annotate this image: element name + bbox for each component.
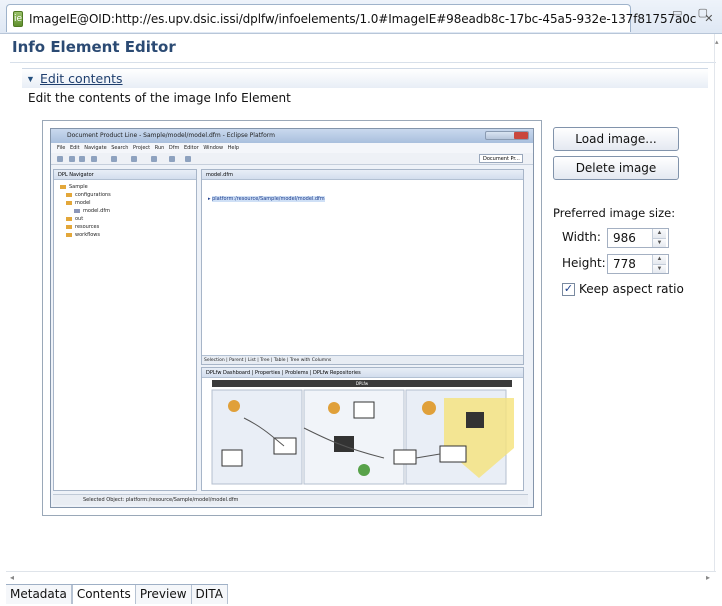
preferred-size-label: Preferred image size: (553, 206, 676, 220)
width-decrement-icon[interactable]: ▼ (653, 237, 666, 247)
width-increment-icon[interactable]: ▲ (653, 229, 666, 238)
preview-window-title: Document Product Line - Sample/model/mod… (51, 129, 533, 143)
preview-toolbar: Document Pr... (51, 153, 533, 165)
title-separator (10, 62, 716, 63)
preview-dashboard: DPLfw Dashboard | Properties | Problems … (201, 367, 524, 491)
image-preview: Document Product Line - Sample/model/mod… (42, 120, 542, 516)
tree-item: resources (60, 223, 196, 231)
expand-triangle-icon[interactable]: ▼ (26, 74, 36, 84)
page-tabs: Metadata Contents Preview DITA (6, 584, 228, 604)
preview-navigator-header: DPL Navigator (54, 170, 196, 180)
preview-menu: File Edit Navigate Search Project Run Df… (51, 143, 533, 153)
width-label: Width: (562, 230, 601, 244)
editor-tab-strip: ie ImageIE@OID:http://es.upv.dsic.issi/d… (0, 0, 722, 34)
editor-tab[interactable]: ie ImageIE@OID:http://es.upv.dsic.issi/d… (6, 4, 714, 32)
keep-aspect-ratio-label[interactable]: Keep aspect ratio (579, 282, 684, 296)
preview-window-buttons (485, 131, 529, 140)
tree-item: out (60, 215, 196, 223)
height-stepper[interactable]: ▲ ▼ (607, 254, 669, 274)
preview-statusbar: Selected Object: platform:/resource/Samp… (53, 494, 528, 505)
delete-image-button[interactable]: Delete image (553, 156, 679, 180)
section-header-edit-contents[interactable]: ▼ Edit contents (22, 68, 708, 88)
editor-tab-title: ImageIE@OID:http://es.upv.dsic.issi/dplf… (29, 11, 697, 26)
scroll-up-icon[interactable]: ▴ (715, 38, 719, 46)
scroll-right-icon[interactable]: ▸ (706, 573, 710, 582)
preview-navigator: DPL Navigator Sample configurations mode… (53, 169, 197, 491)
tab-metadata[interactable]: Metadata (6, 585, 72, 604)
section-description: Edit the contents of the image Info Elem… (28, 91, 291, 105)
scroll-left-icon[interactable]: ◂ (10, 573, 14, 582)
width-input[interactable] (608, 229, 652, 247)
image-ie-icon: ie (13, 10, 24, 27)
tree-item: Sample (60, 183, 196, 191)
tab-dita[interactable]: DITA (191, 585, 228, 604)
tab-contents[interactable]: Contents (71, 585, 136, 604)
preview-dashboard-label: DPLfw (212, 380, 512, 387)
keep-aspect-ratio-checkbox[interactable]: ✓ (562, 282, 575, 296)
preview-editor-uri: ▸ platform:/resource/Sample/model/model.… (208, 196, 325, 202)
preview-editor-tabs: Selection | Parent | List | Tree | Table… (202, 355, 523, 364)
height-decrement-icon[interactable]: ▼ (653, 263, 666, 273)
vertical-scrollbar[interactable]: ▴ (714, 34, 722, 572)
width-stepper[interactable]: ▲ ▼ (607, 228, 669, 248)
dashboard-diagram (211, 389, 514, 485)
preview-editor: model.dfm ▸ platform:/resource/Sample/mo… (201, 169, 524, 365)
window-controls[interactable]: ▭ ▢ (672, 6, 714, 19)
tree-item: workflows (60, 231, 196, 239)
horizontal-scrollbar[interactable]: ◂ ▸ (6, 571, 716, 583)
preview-screenshot: Document Product Line - Sample/model/mod… (50, 128, 534, 508)
preview-dashboard-header: DPLfw Dashboard | Properties | Problems … (202, 368, 523, 378)
tree-item: model.dfm (60, 207, 196, 215)
page-title: Info Element Editor (12, 38, 176, 56)
preview-editor-header: model.dfm (202, 170, 523, 180)
section-title[interactable]: Edit contents (40, 71, 123, 86)
keep-aspect-ratio-row[interactable]: ✓ Keep aspect ratio (562, 282, 684, 296)
tab-preview[interactable]: Preview (135, 585, 192, 604)
tree-item: model (60, 199, 196, 207)
preview-tree: Sample configurations model model.dfm ou… (54, 180, 196, 239)
load-image-button[interactable]: Load image... (553, 127, 679, 151)
height-label: Height: (562, 256, 606, 270)
preview-perspective: Document Pr... (479, 154, 523, 163)
tree-item: configurations (60, 191, 196, 199)
height-input[interactable] (608, 255, 652, 273)
height-increment-icon[interactable]: ▲ (653, 255, 666, 264)
